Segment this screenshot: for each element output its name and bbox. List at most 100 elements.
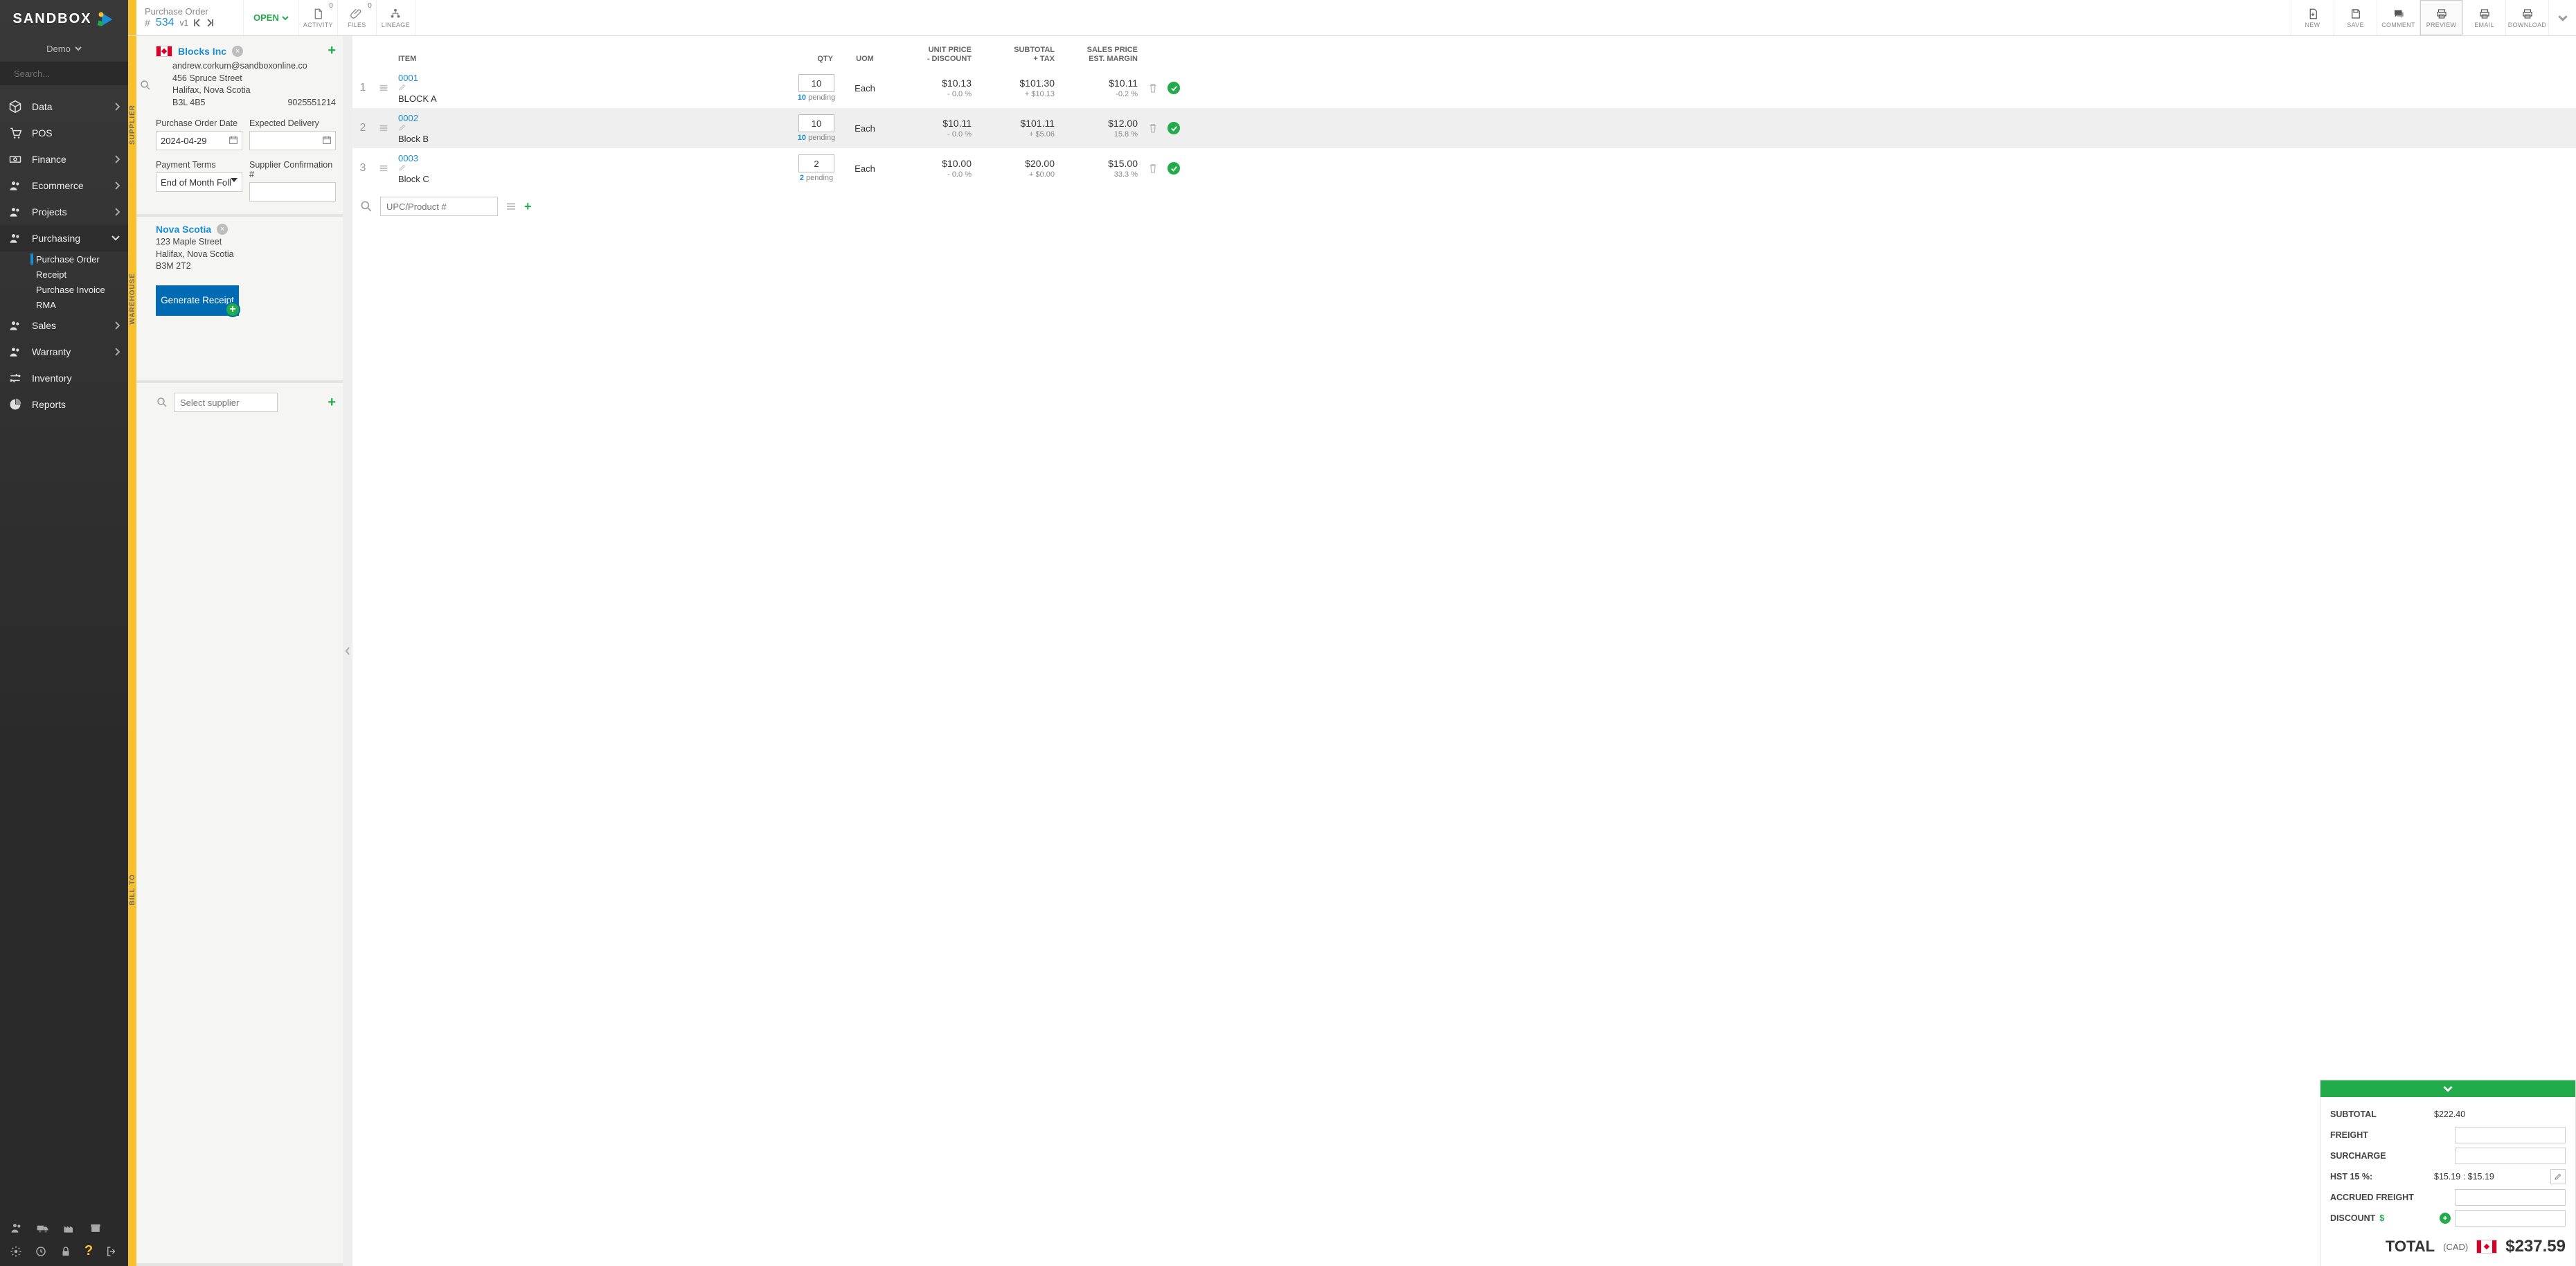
comment-button[interactable]: COMMENT bbox=[2377, 0, 2420, 35]
flag-icon bbox=[156, 46, 172, 57]
check-icon bbox=[1168, 162, 1180, 175]
billto-supplier-input[interactable] bbox=[174, 393, 278, 412]
nav-warranty[interactable]: Warranty bbox=[0, 339, 128, 365]
files-button[interactable]: 0 FILES bbox=[338, 0, 377, 35]
chevron-right-icon bbox=[114, 348, 120, 356]
freight-input[interactable] bbox=[2455, 1127, 2566, 1143]
payment-terms-select[interactable]: End of Month Foll bbox=[156, 172, 242, 192]
po-date-input[interactable]: 2024-04-29 bbox=[156, 131, 242, 150]
line-tax: + $0.00 bbox=[976, 170, 1055, 179]
factory-icon[interactable] bbox=[62, 1221, 76, 1235]
warehouse-link[interactable]: Nova Scotia bbox=[156, 224, 211, 235]
subnav-purchase-invoice[interactable]: Purchase Invoice bbox=[0, 282, 128, 297]
sku-link[interactable]: 0003 bbox=[398, 153, 418, 163]
est-margin: 33.3 % bbox=[1059, 170, 1138, 179]
edit-line-icon[interactable] bbox=[398, 123, 796, 132]
generate-receipt-button[interactable]: Generate Receipt + bbox=[156, 285, 239, 316]
lineage-button[interactable]: LINEAGE bbox=[377, 0, 415, 35]
gear-icon[interactable] bbox=[10, 1245, 22, 1258]
drag-handle-icon[interactable] bbox=[373, 163, 394, 174]
edit-line-icon[interactable] bbox=[398, 83, 796, 91]
surcharge-input[interactable] bbox=[2455, 1148, 2566, 1164]
print-icon bbox=[2435, 8, 2448, 20]
totals-collapse-handle[interactable] bbox=[2320, 1080, 2575, 1097]
users-icon[interactable] bbox=[10, 1221, 24, 1235]
qty-input[interactable]: 10 bbox=[798, 114, 834, 132]
menu-icon[interactable] bbox=[505, 200, 517, 213]
email-button[interactable]: EMAIL bbox=[2462, 0, 2505, 35]
download-button[interactable]: DOWNLOAD bbox=[2505, 0, 2548, 35]
truck-icon[interactable] bbox=[36, 1221, 50, 1235]
delete-line-button[interactable] bbox=[1142, 122, 1164, 134]
users-icon bbox=[8, 319, 22, 332]
search-icon[interactable] bbox=[139, 79, 152, 91]
lock-icon[interactable] bbox=[60, 1245, 72, 1258]
nav-reports[interactable]: Reports bbox=[0, 391, 128, 418]
add-supplier-button[interactable]: + bbox=[328, 43, 336, 59]
nav-purchasing[interactable]: Purchasing bbox=[0, 225, 128, 251]
remove-warehouse-button[interactable]: × bbox=[217, 224, 228, 235]
nav-data[interactable]: Data bbox=[0, 93, 128, 120]
edit-line-icon[interactable] bbox=[398, 163, 796, 172]
logout-icon[interactable] bbox=[105, 1245, 118, 1258]
warehouse-street: 123 Maple Street bbox=[156, 236, 336, 249]
add-billto-button[interactable]: + bbox=[328, 395, 336, 411]
nav-items: Data POS Finance Ecommerce Projects bbox=[0, 93, 128, 418]
remove-supplier-button[interactable]: × bbox=[232, 46, 243, 57]
unit-discount: - 0.0 % bbox=[893, 130, 972, 139]
expected-delivery-input[interactable] bbox=[249, 131, 336, 150]
clock-icon[interactable] bbox=[35, 1245, 47, 1258]
supplier-phone: 9025551214 bbox=[287, 97, 336, 109]
line-tax: + $5.06 bbox=[976, 130, 1055, 139]
nav-label: POS bbox=[32, 127, 120, 139]
org-selector[interactable]: Demo bbox=[0, 38, 128, 59]
delete-line-button[interactable] bbox=[1142, 162, 1164, 175]
add-product-input[interactable] bbox=[380, 197, 498, 216]
est-margin: 15.8 % bbox=[1059, 130, 1138, 139]
qty-input[interactable]: 10 bbox=[798, 74, 834, 92]
activity-button[interactable]: 0 ACTIVITY bbox=[299, 0, 338, 35]
nav-inventory[interactable]: Inventory bbox=[0, 365, 128, 391]
record-number[interactable]: 534 bbox=[156, 17, 175, 29]
drag-handle-icon[interactable] bbox=[373, 123, 394, 134]
subnav-receipt[interactable]: Receipt bbox=[0, 267, 128, 282]
more-button[interactable] bbox=[2548, 0, 2576, 35]
save-button[interactable]: SAVE bbox=[2334, 0, 2377, 35]
nav-sales[interactable]: Sales bbox=[0, 312, 128, 339]
prev-record-icon[interactable] bbox=[194, 19, 201, 27]
nav-label: Finance bbox=[32, 154, 105, 165]
sku-link[interactable]: 0002 bbox=[398, 113, 418, 123]
delete-line-button[interactable] bbox=[1142, 82, 1164, 94]
uom-value: Each bbox=[837, 163, 893, 174]
supplier-conf-input[interactable] bbox=[249, 182, 336, 202]
edit-tax-button[interactable] bbox=[2550, 1169, 2566, 1184]
add-discount-button[interactable]: + bbox=[2440, 1213, 2451, 1224]
nav-finance[interactable]: Finance bbox=[0, 146, 128, 172]
download-icon bbox=[2521, 8, 2534, 20]
status-dropdown[interactable]: OPEN bbox=[244, 0, 299, 35]
archive-icon[interactable] bbox=[89, 1221, 102, 1235]
subnav-rma[interactable]: RMA bbox=[0, 297, 128, 312]
dollar-icon[interactable]: $ bbox=[2379, 1213, 2384, 1223]
help-icon[interactable]: ? bbox=[84, 1243, 93, 1259]
subnav-purchase-order[interactable]: Purchase Order bbox=[0, 251, 128, 267]
nav-projects[interactable]: Projects bbox=[0, 199, 128, 225]
new-button[interactable]: NEW bbox=[2291, 0, 2334, 35]
qty-input[interactable]: 2 bbox=[798, 154, 834, 172]
search-icon[interactable] bbox=[156, 396, 168, 409]
sku-link[interactable]: 0001 bbox=[398, 73, 418, 83]
supplier-link[interactable]: Blocks Inc bbox=[178, 46, 226, 57]
discount-input[interactable] bbox=[2455, 1210, 2566, 1227]
global-search[interactable] bbox=[0, 62, 128, 85]
nav-ecommerce[interactable]: Ecommerce bbox=[0, 172, 128, 199]
accrued-freight-input[interactable] bbox=[2455, 1189, 2566, 1206]
panel-collapse-handle[interactable] bbox=[343, 36, 352, 1266]
nav-pos[interactable]: POS bbox=[0, 120, 128, 146]
search-icon[interactable] bbox=[359, 199, 373, 213]
preview-button[interactable]: PREVIEW bbox=[2420, 0, 2462, 35]
global-search-input[interactable] bbox=[12, 68, 137, 80]
drag-handle-icon[interactable] bbox=[373, 82, 394, 93]
add-line-button[interactable]: + bbox=[524, 199, 532, 214]
next-record-icon[interactable] bbox=[206, 19, 213, 27]
surcharge-label: SURCHARGE bbox=[2330, 1151, 2434, 1161]
